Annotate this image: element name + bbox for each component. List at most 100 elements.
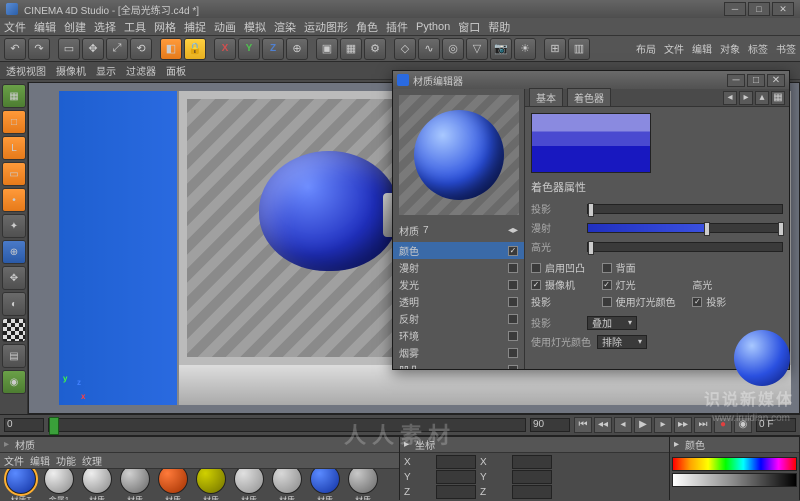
axis-y-button[interactable]: Y [238, 38, 260, 60]
size-z-input[interactable] [512, 485, 552, 499]
tex-button[interactable]: ◉ [2, 370, 26, 394]
spline-button[interactable]: ∿ [418, 38, 440, 60]
point-button[interactable]: • [2, 188, 26, 212]
mattab-编辑[interactable]: 编辑 [30, 453, 50, 468]
hue-slider[interactable] [672, 457, 797, 471]
cube-button[interactable]: □ [2, 110, 26, 134]
size-x-input[interactable] [512, 455, 552, 469]
material-thumb-4[interactable]: 材质 [156, 469, 190, 500]
light-checkbox[interactable] [602, 280, 612, 290]
diffuse-slider[interactable] [587, 223, 783, 233]
channel-发光[interactable]: 发光 [393, 276, 524, 293]
material-thumb-1[interactable]: 金属1 [42, 469, 76, 500]
backface-checkbox[interactable] [602, 263, 612, 273]
menu-动画[interactable]: 动画 [214, 19, 236, 35]
rmenu-文件[interactable]: 文件 [664, 41, 684, 56]
menu-窗口[interactable]: 窗口 [458, 19, 480, 35]
pos-y-input[interactable] [436, 470, 476, 484]
menu-运动图形[interactable]: 运动图形 [304, 19, 348, 35]
material-thumb-2[interactable]: 材质 [80, 469, 114, 500]
vpmenu-显示[interactable]: 显示 [96, 63, 116, 78]
nav-next-button[interactable]: ▸ [739, 91, 753, 105]
vpmenu-面板[interactable]: 面板 [166, 63, 186, 78]
mattab-纹理[interactable]: 纹理 [82, 453, 102, 468]
menu-角色[interactable]: 角色 [356, 19, 378, 35]
edge-button[interactable]: L [2, 136, 26, 160]
channel-发光-checkbox[interactable] [508, 280, 518, 290]
next-key-button[interactable]: ▸▸ [674, 417, 692, 433]
uselight-checkbox[interactable] [602, 297, 612, 307]
channel-反射-checkbox[interactable] [508, 314, 518, 324]
misc-button[interactable]: ▥ [568, 38, 590, 60]
generator-button[interactable]: ◎ [442, 38, 464, 60]
prev-frame-button[interactable]: ◂ [614, 417, 632, 433]
bump-checkbox[interactable] [531, 263, 541, 273]
move-tool[interactable]: ✥ [82, 38, 104, 60]
dialog-maximize-button[interactable]: □ [747, 74, 765, 87]
uv-button[interactable]: ▤ [2, 344, 26, 368]
material-thumb-7[interactable]: 材质 [270, 469, 304, 500]
channel-烟雾-checkbox[interactable] [508, 348, 518, 358]
render-pv-button[interactable]: ▦ [340, 38, 362, 60]
close-button[interactable]: ✕ [772, 2, 794, 16]
menu-渲染[interactable]: 渲染 [274, 19, 296, 35]
menu-插件[interactable]: 插件 [386, 19, 408, 35]
material-thumb-3[interactable]: 材质 [118, 469, 152, 500]
dialog-minimize-button[interactable]: ─ [727, 74, 745, 87]
snap-button[interactable]: ✥ [2, 266, 26, 290]
camera-button[interactable]: 📷 [490, 38, 512, 60]
material-thumb-8[interactable]: 材质 [308, 469, 342, 500]
live-select-button[interactable]: ▦ [2, 84, 26, 108]
rotate-tool[interactable]: ⟲ [130, 38, 152, 60]
play-button[interactable]: ▶ [634, 417, 652, 433]
render-view-button[interactable]: ▣ [316, 38, 338, 60]
menu-编辑[interactable]: 编辑 [34, 19, 56, 35]
channel-反射[interactable]: 反射 [393, 310, 524, 327]
pos-x-input[interactable] [436, 455, 476, 469]
rmenu-标签[interactable]: 标签 [748, 41, 768, 56]
menu-选择[interactable]: 选择 [94, 19, 116, 35]
maximize-button[interactable]: □ [748, 2, 770, 16]
menu-帮助[interactable]: 帮助 [488, 19, 510, 35]
size-y-input[interactable] [512, 470, 552, 484]
channel-颜色-checkbox[interactable] [508, 246, 518, 256]
channel-透明-checkbox[interactable] [508, 297, 518, 307]
value-slider[interactable] [672, 473, 797, 487]
shadow-checkbox[interactable] [692, 297, 702, 307]
axis-button[interactable]: ✦ [2, 214, 26, 238]
scale-tool[interactable]: ⤢ [106, 38, 128, 60]
prev-key-button[interactable]: ◂◂ [594, 417, 612, 433]
poly-button[interactable]: ▭ [2, 162, 26, 186]
shadow-slider[interactable] [587, 204, 783, 214]
menu-网格[interactable]: 网格 [154, 19, 176, 35]
channel-环境[interactable]: 环境 [393, 327, 524, 344]
grid-button[interactable]: ⊞ [544, 38, 566, 60]
uselight-dropdown[interactable]: 排除 [597, 335, 647, 349]
world-button[interactable]: ⊕ [2, 240, 26, 264]
spec-slider[interactable] [587, 242, 783, 252]
channel-漫射-checkbox[interactable] [508, 263, 518, 273]
axis-x-button[interactable]: X [214, 38, 236, 60]
render-settings-button[interactable]: ⚙ [364, 38, 386, 60]
material-preview[interactable] [399, 95, 519, 215]
channel-烟雾[interactable]: 烟雾 [393, 344, 524, 361]
vpmenu-过滤器[interactable]: 过滤器 [126, 63, 156, 78]
channel-环境-checkbox[interactable] [508, 331, 518, 341]
gradient-preview[interactable] [531, 113, 651, 173]
select-tool[interactable]: ▭ [58, 38, 80, 60]
redo-button[interactable]: ↷ [28, 38, 50, 60]
nav-prev-button[interactable]: ◂ [723, 91, 737, 105]
menu-文件[interactable]: 文件 [4, 19, 26, 35]
camera-checkbox[interactable] [531, 280, 541, 290]
rmenu-书签[interactable]: 书签 [776, 41, 796, 56]
menu-Python[interactable]: Python [416, 21, 450, 33]
nav-up-button[interactable]: ▴ [755, 91, 769, 105]
menu-捕捉[interactable]: 捕捉 [184, 19, 206, 35]
dialog-close-button[interactable]: ✕ [767, 74, 785, 87]
recent-tool[interactable]: ◧ [160, 38, 182, 60]
rmenu-布局[interactable]: 布局 [636, 41, 656, 56]
axis-z-button[interactable]: Z [262, 38, 284, 60]
channel-透明[interactable]: 透明 [393, 293, 524, 310]
shadow-mode-dropdown[interactable]: 叠加 [587, 316, 637, 330]
goto-end-button[interactable]: ⏭ [694, 417, 712, 433]
